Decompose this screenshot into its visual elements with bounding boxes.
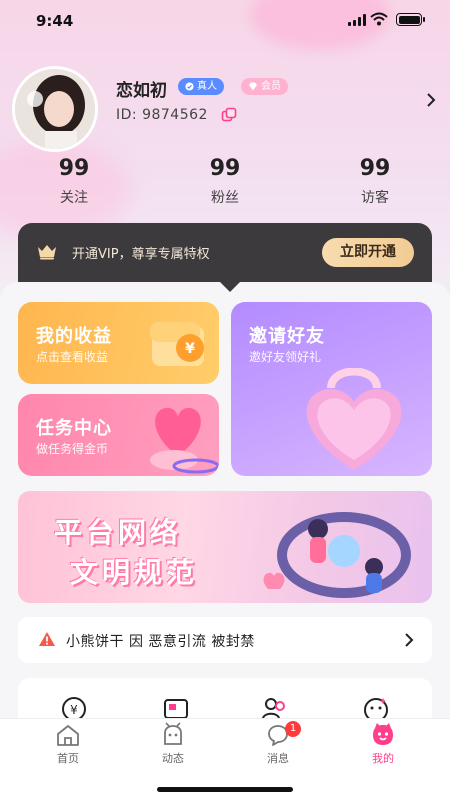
heart-lock-icon xyxy=(306,368,402,470)
avatar-photo xyxy=(15,69,95,149)
warning-icon xyxy=(39,632,55,646)
income-title: 我的收益 xyxy=(36,326,112,347)
heart-hand-icon xyxy=(150,407,219,474)
banner-line1: 平台网络 xyxy=(54,516,183,549)
income-card[interactable]: 我的收益 点击查看收益 ¥ xyxy=(18,302,219,384)
tab-label: 消息 xyxy=(267,752,289,765)
tab-moments[interactable]: 动态 xyxy=(143,722,203,766)
tab-home[interactable]: 首页 xyxy=(38,722,98,766)
svg-text:¥: ¥ xyxy=(70,703,78,717)
status-time: 9:44 xyxy=(36,12,74,30)
svg-text:¥: ¥ xyxy=(185,341,195,357)
copy-icon[interactable] xyxy=(221,107,237,123)
signal-icon xyxy=(348,14,366,26)
verified-icon xyxy=(185,82,194,91)
invite-card[interactable]: 邀请好友 邀好友领好礼 xyxy=(231,302,432,476)
stat-fans[interactable]: 99 粉丝 xyxy=(165,156,285,207)
notice-chevron-icon[interactable] xyxy=(403,633,415,647)
wallet-icon: ¥ xyxy=(150,322,204,366)
invite-title: 邀请好友 xyxy=(249,326,325,347)
tab-label: 首页 xyxy=(57,752,79,765)
status-bar: 9:44 xyxy=(0,0,450,40)
home-indicator xyxy=(157,787,293,792)
stat-label: 关注 xyxy=(60,190,88,206)
invite-subtitle: 邀好友领好礼 xyxy=(249,350,322,364)
task-card[interactable]: 任务中心 做任务得金币 xyxy=(18,394,219,476)
mine-icon xyxy=(373,723,393,745)
banner-line2: 文明规范 xyxy=(70,556,199,589)
user-id: ID: 9874562 xyxy=(116,107,208,123)
diamond-icon xyxy=(249,82,257,91)
vip-notch xyxy=(220,282,240,292)
notice-text: 小熊饼干 因 恶意引流 被封禁 xyxy=(66,634,255,650)
income-subtitle: 点击查看收益 xyxy=(36,350,109,364)
tab-label: 动态 xyxy=(162,752,184,765)
vip-promo-text: 开通VIP，尊享专属特权 xyxy=(72,247,210,262)
profile-stats: 99 关注 99 粉丝 99 访客 xyxy=(0,156,450,208)
wifi-icon xyxy=(370,12,388,26)
couple-illustration xyxy=(263,512,411,598)
avatar[interactable] xyxy=(12,66,98,152)
task-title: 任务中心 xyxy=(36,418,112,439)
tab-mine[interactable]: 我的 xyxy=(353,722,413,766)
profile-chevron-icon[interactable] xyxy=(424,92,438,108)
nickname: 恋如初 xyxy=(116,81,167,101)
battery-icon xyxy=(396,13,425,26)
civility-banner[interactable]: 平台网络 文明规范 xyxy=(18,491,432,603)
stat-value: 99 xyxy=(58,156,90,181)
task-subtitle: 做任务得金币 xyxy=(36,442,109,456)
moments-icon xyxy=(164,722,182,745)
stat-following[interactable]: 99 关注 xyxy=(14,156,134,207)
stat-value: 99 xyxy=(209,156,241,181)
stat-visitors[interactable]: 99 访客 xyxy=(315,156,435,207)
message-count-badge: 1 xyxy=(285,721,301,737)
member-badge: 会员 xyxy=(241,78,288,95)
real-person-badge: 真人 xyxy=(178,78,224,95)
tab-label: 我的 xyxy=(372,752,394,765)
stat-label: 粉丝 xyxy=(211,190,239,206)
crown-icon xyxy=(38,245,56,260)
home-icon xyxy=(57,725,79,746)
open-vip-button[interactable]: 立即开通 xyxy=(322,238,414,267)
stat-value: 99 xyxy=(359,156,391,181)
stat-label: 访客 xyxy=(361,190,389,206)
